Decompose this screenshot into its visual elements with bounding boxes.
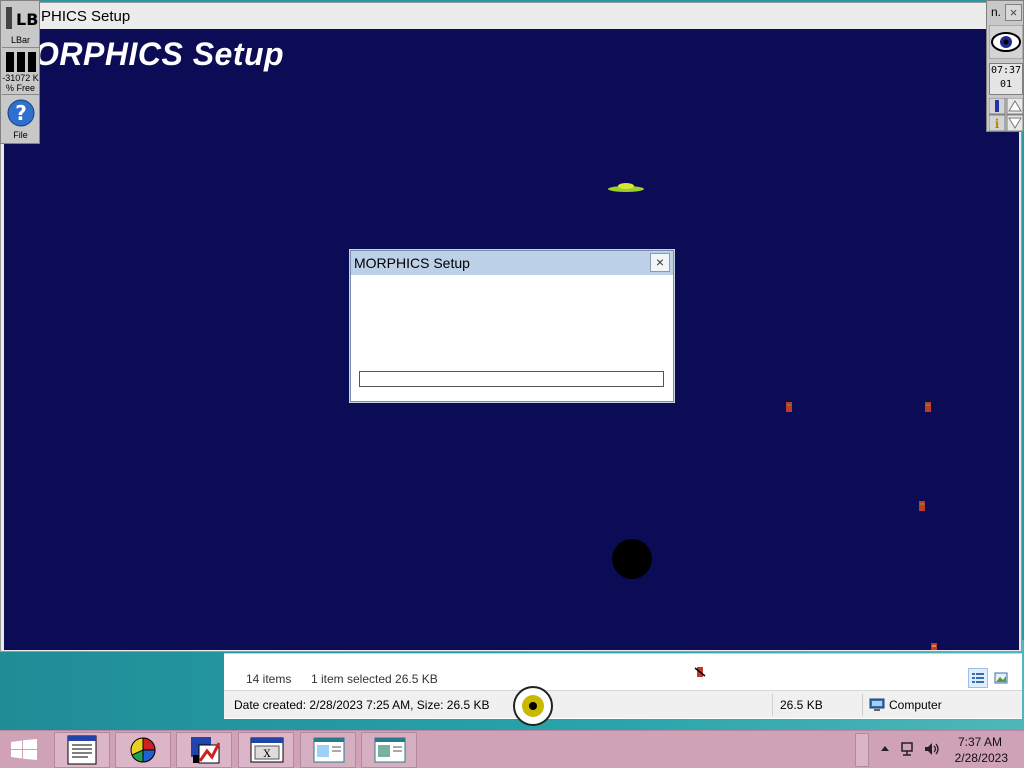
clock-sub: 01 <box>999 79 1013 90</box>
clock-time: 07:37 <box>990 65 1022 76</box>
window-app-icon: X <box>250 737 284 763</box>
selection-info: 1 item selected 26.5 KB <box>311 672 438 686</box>
thumbnail-view-button[interactable] <box>991 668 1011 688</box>
memory-value: -31072 K <box>2 73 39 83</box>
setup-window-title: PHICS Setup <box>41 8 131 25</box>
details-view-icon <box>972 673 984 683</box>
svg-text:LB: LB <box>16 10 38 29</box>
taskbar-document-button[interactable] <box>54 732 110 768</box>
install-progress-bar <box>359 371 664 387</box>
tray-time[interactable]: 7:37 AM <box>958 735 1002 749</box>
taskbar-chart-app-button[interactable] <box>176 732 232 768</box>
pie-chart-icon <box>130 737 156 763</box>
chart-app-icon <box>191 737 221 764</box>
setup-titlebar[interactable]: PHICS Setup <box>1 3 1021 29</box>
lbar-app-label: LBar <box>10 35 30 45</box>
taskbar: X 7:37 AM 2/28/2023 <box>0 730 1024 768</box>
file-size: 26.5 KB <box>780 698 823 712</box>
right-toolbar-close-button[interactable]: × <box>1005 4 1022 21</box>
notepad-window-icon <box>313 737 345 763</box>
document-icon <box>67 735 97 765</box>
windows-logo-icon <box>11 739 37 760</box>
show-hidden-icons-chevron-icon[interactable] <box>880 744 890 754</box>
eye-cursor-icon <box>513 686 553 726</box>
dialog-titlebar[interactable]: MORPHICS Setup × <box>351 251 673 275</box>
separator <box>772 694 773 716</box>
taskbar-window-app-button[interactable]: X <box>238 732 294 768</box>
network-icon[interactable] <box>900 741 918 757</box>
bug-sprite-icon <box>931 643 937 650</box>
dialog-title: MORPHICS Setup <box>354 255 470 271</box>
system-tray: 7:37 AM 2/28/2023 <box>864 731 1024 768</box>
right-toolbar-header: n. × <box>987 1 1024 23</box>
setup-dialog: MORPHICS Setup × <box>350 250 674 402</box>
dialog-close-button[interactable]: × <box>650 253 670 272</box>
details-view-button[interactable] <box>968 668 988 688</box>
setup-heading: ORPHICS Setup <box>34 36 285 72</box>
lbar-memory-meter[interactable]: -31072 K % Free <box>2 49 39 95</box>
thumbnail-view-icon <box>994 672 1008 684</box>
lbar-file-button[interactable]: ? File <box>2 96 39 143</box>
date-created-info: Date created: 2/28/2023 7:25 AM, Size: 2… <box>234 698 490 712</box>
explorer-window-icon <box>374 737 406 763</box>
memory-label: % Free <box>5 83 35 93</box>
file-label: File <box>13 130 28 140</box>
lbar-app-button[interactable]: LB LBar <box>2 2 39 48</box>
separator <box>862 694 863 716</box>
details-bar: Date created: 2/28/2023 7:25 AM, Size: 2… <box>224 690 1022 718</box>
black-hole-sprite <box>612 539 652 579</box>
toolbar-controls[interactable]: i <box>989 98 1023 131</box>
svg-text:X: X <box>263 749 271 760</box>
explorer-status-area: 14 items 1 item selected 26.5 KB Date cr… <box>224 653 1022 719</box>
memory-bars-icon <box>6 52 36 72</box>
bug-sprite-icon <box>694 667 706 677</box>
dialog-body <box>351 275 673 401</box>
item-count: 14 items <box>246 672 292 686</box>
start-button[interactable] <box>0 731 48 768</box>
toolbar-clock: 07:37 01 <box>989 63 1023 95</box>
right-toolbar: n. × 07:37 01 i <box>986 0 1024 132</box>
ufo-sprite-icon <box>608 183 644 192</box>
tray-date[interactable]: 2/28/2023 <box>955 751 1008 765</box>
bug-sprite-icon <box>786 402 792 412</box>
taskbar-pie-app-button[interactable] <box>115 732 171 768</box>
taskbar-notepad-window-button[interactable] <box>300 732 356 768</box>
bug-sprite-icon <box>925 402 931 412</box>
bug-sprite-icon <box>919 501 925 511</box>
svg-text:i: i <box>995 117 1000 131</box>
volume-icon[interactable] <box>923 741 941 757</box>
right-toolbar-menu[interactable]: n. <box>988 4 1004 21</box>
svg-text:?: ? <box>15 101 27 125</box>
taskbar-explorer-window-button[interactable] <box>361 732 417 768</box>
question-mark-icon: ? <box>7 99 35 127</box>
lbar-toolbar: LB LBar -31072 K % Free ? File <box>0 0 40 144</box>
computer-icon <box>869 698 885 711</box>
lbar-logo-icon: LB <box>6 7 38 29</box>
eye-icon[interactable] <box>989 25 1023 59</box>
location-label: Computer <box>889 698 942 712</box>
